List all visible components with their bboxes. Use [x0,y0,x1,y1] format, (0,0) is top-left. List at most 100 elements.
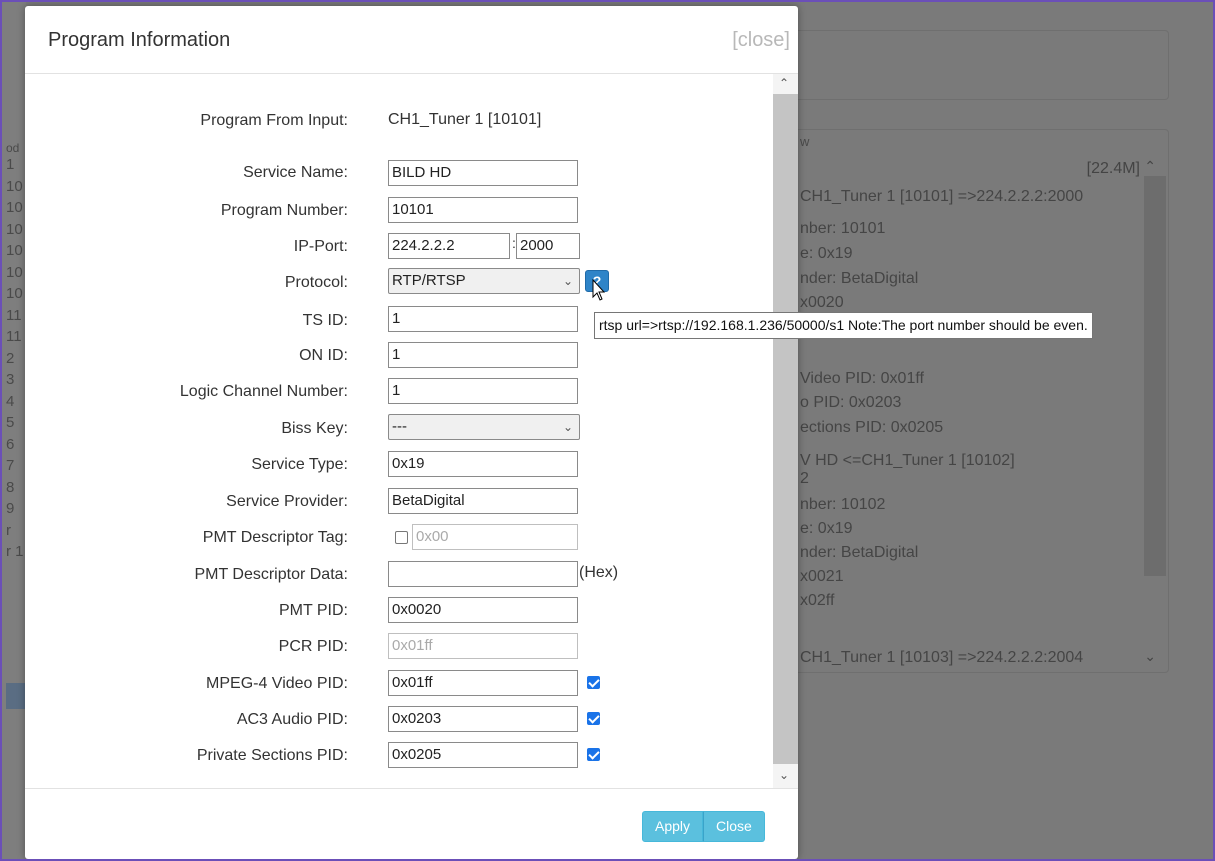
bg-line: ections PID: 0x0205 [800,419,944,436]
ip-address-input[interactable]: 224.2.2.2 [388,233,510,259]
on-id-input[interactable]: 1 [388,342,578,368]
bg-frag: 2 [6,349,15,367]
bg-line: nber: 10101 [800,220,886,237]
service-provider-label: Service Provider: [226,493,348,510]
biss-key-select[interactable]: --- ⌄ [388,414,580,440]
port-input[interactable]: 2000 [516,233,580,259]
bg-frag: 10 [6,177,23,195]
pmt-descriptor-tag-checkbox[interactable] [395,531,408,544]
dialog-scrollbar[interactable]: ⌃ ⌄ [773,74,798,788]
ac3-audio-pid-input[interactable]: 0x0203 [388,706,578,732]
bg-line: nber: 10102 [800,496,886,513]
service-name-label: Service Name: [243,164,348,181]
bg-frag: 4 [6,392,15,410]
chevron-down-icon: ⌄ [1144,648,1156,664]
close-link[interactable]: [close] [732,29,790,52]
bg-frag: 8 [6,478,15,496]
private-sections-pid-label: Private Sections PID: [196,747,348,764]
bg-frag: r 1 [6,543,24,560]
scrollbar-thumb[interactable] [773,94,798,764]
pmt-descriptor-tag-input[interactable]: 0x00 [412,524,578,550]
bg-frag: 5 [6,414,15,431]
service-name-input[interactable]: BILD HD [388,160,578,186]
protocol-label: Protocol: [284,274,348,291]
bg-line: Video PID: 0x01ff [800,370,924,387]
dialog-header: Program Information [close] [25,6,798,74]
background-size-label: [22.4M] [1086,160,1140,177]
ac3-audio-pid-checkbox[interactable] [587,712,600,725]
background-box-title: w [800,134,810,149]
logic-channel-number-input[interactable]: 1 [388,378,578,404]
background-right-panel: w [22.4M] ⌃ ⌄ CH1_Tuner 1 [10101] =>224.… [798,0,1215,859]
bg-frag: r [6,521,11,539]
hex-suffix: (Hex) [579,564,619,581]
dialog-footer: Apply Close [25,788,798,860]
background-preview-box: w [22.4M] ⌃ ⌄ CH1_Tuner 1 [10101] =>224.… [798,129,1169,673]
program-number-input[interactable]: 10101 [388,197,578,223]
bg-line: x0020 [800,294,844,311]
bg-line: o PID: 0x0203 [800,394,902,411]
chevron-up-icon[interactable]: ⌃ [779,76,789,90]
chevron-down-icon: ⌄ [562,420,573,434]
bg-frag: 10 [6,285,23,302]
bg-frag: 11 [6,328,22,345]
pcr-pid-input[interactable]: 0x01ff [388,633,578,659]
bg-line: 2 [800,470,809,487]
bg-frag: 1 [6,156,15,173]
protocol-selected-value: RTP/RTSP [392,272,466,289]
chevron-down-icon: ⌄ [562,274,573,288]
service-provider-input[interactable]: BetaDigital [388,488,578,514]
background-left-fragments: od 1 10 10 10 10 10 10 11 11 2 3 4 5 6 7… [6,0,24,563]
service-type-label: Service Type: [251,456,348,473]
button-group: Apply Close [642,811,765,842]
ts-id-label: TS ID: [302,312,348,329]
protocol-select[interactable]: RTP/RTSP ⌄ [388,268,580,294]
bg-frag: 3 [6,371,15,388]
chevron-down-icon[interactable]: ⌄ [779,768,789,782]
bg-frag: od [6,141,20,154]
dialog-body: Program From Input: CH1_Tuner 1 [10101] … [25,74,798,788]
mpeg4-video-pid-input[interactable]: 0x01ff [388,670,578,696]
ts-id-input[interactable]: 1 [388,306,578,332]
bg-line: V HD <=CH1_Tuner 1 [10102] [800,452,1015,469]
background-left-button [6,683,26,709]
bg-frag: 6 [6,435,15,453]
protocol-help-tooltip: rtsp url=>rtsp://192.168.1.236/50000/s1 … [594,312,1093,339]
mouse-cursor-icon [592,279,606,301]
bg-line: CH1_Tuner 1 [10101] =>224.2.2.2:2000 [800,188,1084,205]
bg-frag: 7 [6,457,15,474]
service-type-input[interactable]: 0x19 [388,451,578,477]
pmt-pid-input[interactable]: 0x0020 [388,597,578,623]
bg-line: x0021 [800,568,844,585]
bg-frag: 10 [6,220,23,238]
pcr-pid-label: PCR PID: [278,638,348,655]
background-top-box [798,30,1169,100]
mpeg4-video-pid-label: MPEG-4 Video PID: [206,675,348,692]
mpeg4-video-pid-checkbox[interactable] [587,676,600,689]
ip-port-label: IP-Port: [293,238,348,255]
pmt-descriptor-data-input[interactable] [388,561,578,587]
private-sections-pid-input[interactable]: 0x0205 [388,742,578,768]
logic-channel-number-label: Logic Channel Number: [179,383,348,400]
chevron-up-icon: ⌃ [1144,158,1156,174]
ac3-audio-pid-label: AC3 Audio PID: [236,711,348,728]
program-information-dialog: Program Information [close] Program From… [25,6,798,859]
bg-line: nder: BetaDigital [800,270,919,287]
program-number-label: Program Number: [220,202,348,219]
pmt-descriptor-tag-label: PMT Descriptor Tag: [202,529,348,546]
background-left-column: od 1 10 10 10 10 10 10 11 11 2 3 4 5 6 7… [2,0,26,859]
bg-line: e: 0x19 [800,245,853,262]
bg-line: x02ff [800,592,835,609]
private-sections-pid-checkbox[interactable] [587,748,600,761]
bg-line: e: 0x19 [800,520,853,537]
background-scrollbar [1144,176,1166,576]
apply-button[interactable]: Apply [642,811,704,842]
on-id-label: ON ID: [299,347,348,364]
program-from-input-value: CH1_Tuner 1 [10101] [388,111,542,128]
bg-frag: 10 [6,242,23,259]
bg-frag: 10 [6,263,23,281]
biss-key-label: Biss Key: [281,420,348,437]
dialog-title: Program Information [48,29,231,51]
close-button[interactable]: Close [703,811,765,842]
bg-frag: 11 [6,306,22,324]
